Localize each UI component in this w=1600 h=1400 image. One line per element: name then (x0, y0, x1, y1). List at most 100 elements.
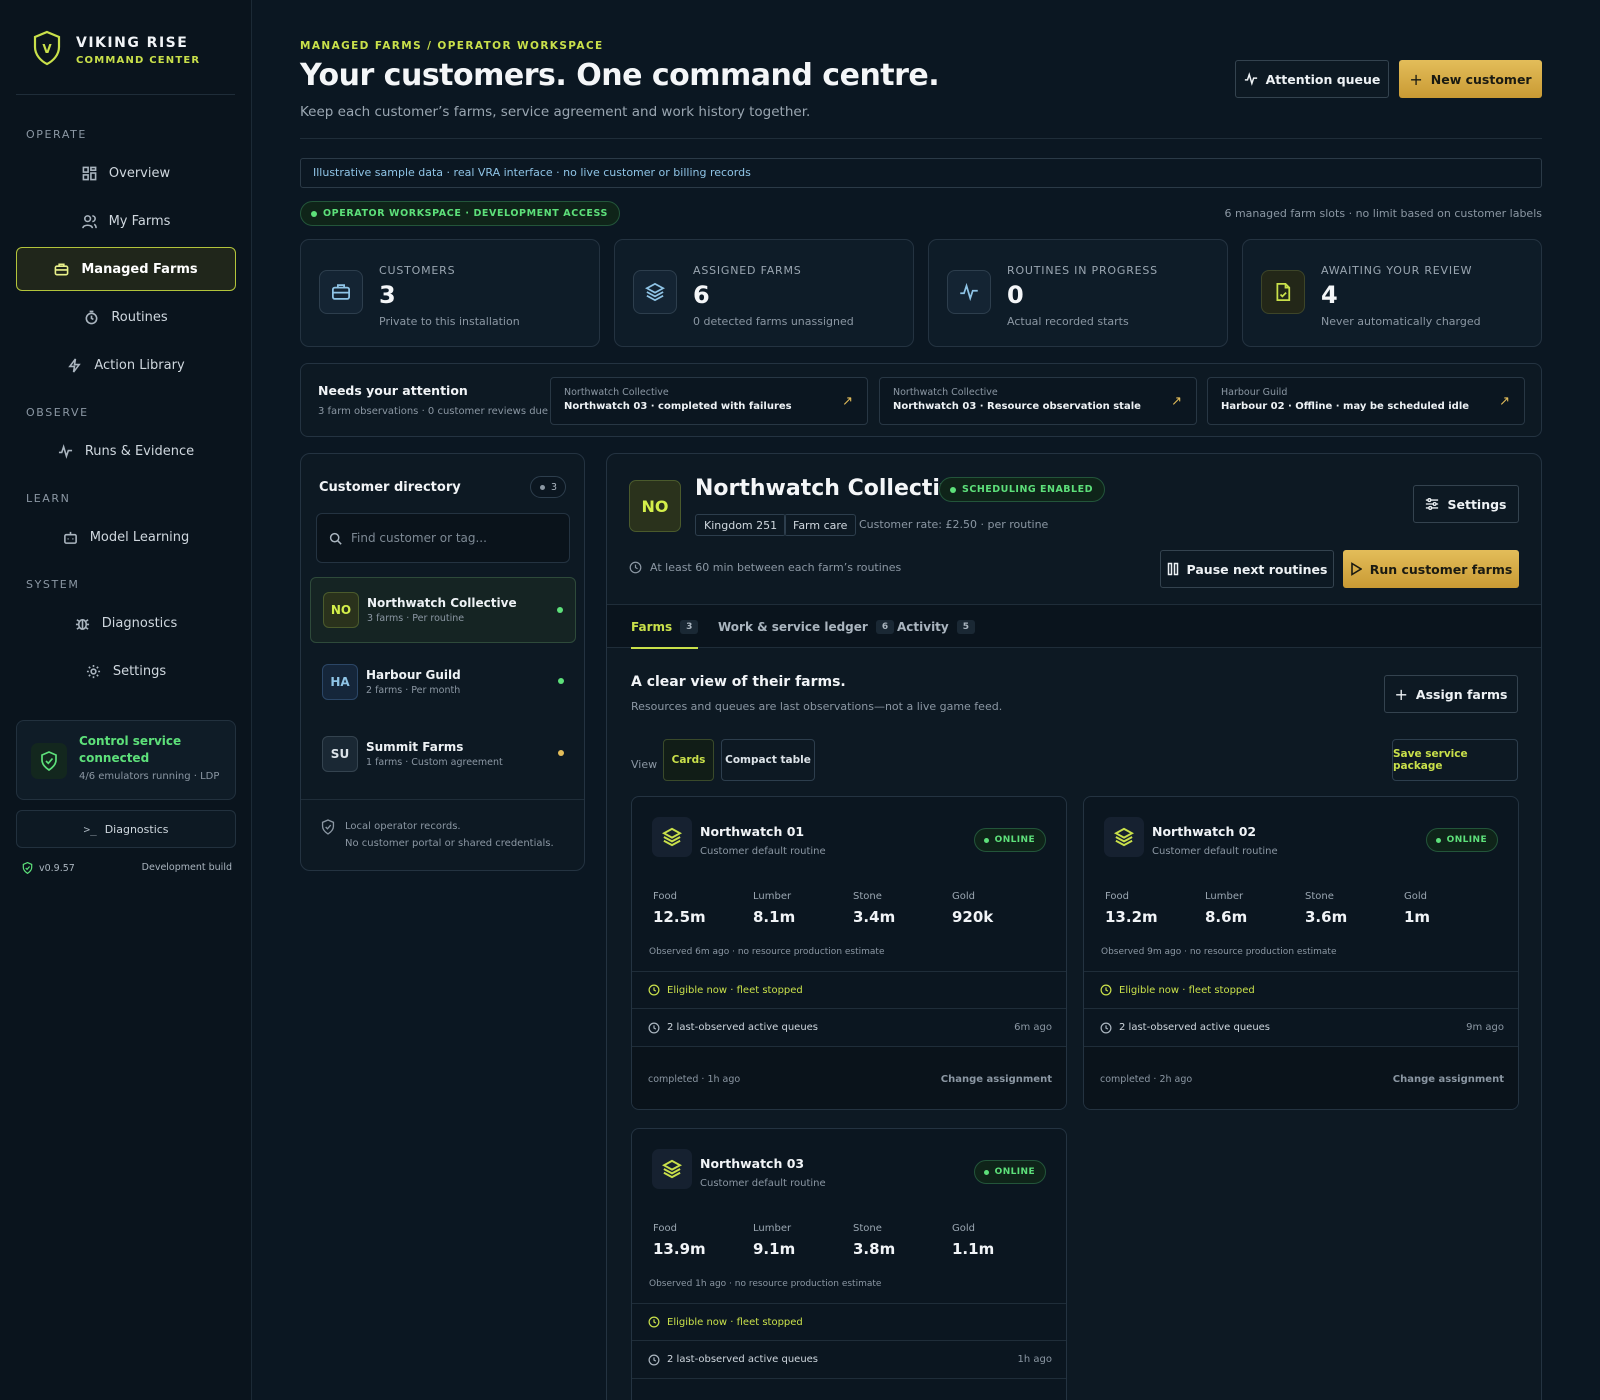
version-number: v0.9.57 (39, 862, 75, 874)
status-dot (558, 678, 564, 684)
change-assignment-link[interactable]: Change assignment (941, 1074, 1052, 1085)
resource-label: Stone (853, 891, 882, 902)
clock-icon (648, 1022, 660, 1033)
stat-label: ASSIGNED FARMS (693, 264, 802, 277)
settings-button[interactable]: Settings (1413, 485, 1519, 523)
tab-work-service-ledger[interactable]: Work & service ledger 6 (718, 605, 895, 649)
view-compact-table-toggle[interactable]: Compact table (721, 739, 815, 781)
attention-subtitle: 3 farm observations · 0 customer reviews… (318, 406, 549, 417)
avatar: NO (323, 592, 359, 628)
directory-title: Customer directory (319, 480, 461, 495)
stat-customers: CUSTOMERS 3 Private to this installation (300, 239, 600, 347)
resource-gold: 1m (1404, 908, 1431, 926)
tab-activity[interactable]: Activity 5 (897, 605, 976, 649)
stat-value: 4 (1321, 281, 1338, 309)
attention-item[interactable]: Harbour Guild Harbour 02 · Offline · may… (1207, 377, 1525, 425)
save-service-package-button[interactable]: Save service package (1392, 739, 1518, 781)
arrow-up-right-icon: ↗ (1171, 394, 1182, 409)
robot-icon (63, 531, 77, 544)
directory-footer: Local operator records. No customer port… (321, 818, 554, 852)
attention-item-text: Northwatch 03 · completed with failures (564, 401, 792, 412)
stat-sub: Never automatically charged (1321, 315, 1481, 328)
sidebar-item-runs-evidence[interactable]: Runs & Evidence (16, 431, 236, 471)
observed-note: Observed 1h ago · no resource production… (649, 1279, 882, 1289)
sidebar-item-settings[interactable]: Settings (16, 651, 236, 691)
resource-label: Gold (952, 891, 975, 902)
status-badge: ONLINE (973, 1160, 1046, 1184)
pause-routines-label: Pause next routines (1186, 561, 1328, 577)
observed-note: Observed 6m ago · no resource production… (649, 947, 885, 957)
eligibility-text: Eligible now · fleet stopped (667, 984, 803, 996)
sidebar-item-overview[interactable]: Overview (16, 153, 236, 193)
new-customer-button[interactable]: + New customer (1399, 60, 1542, 98)
detail-tabs: Farms 3 Work & service ledger 6 Activity… (607, 604, 1541, 649)
terminal-icon: >_ (83, 822, 97, 836)
sidebar-item-my-farms[interactable]: My Farms (16, 201, 236, 241)
farm-footer: completed · 1h ago Change assignment (632, 1046, 1066, 1109)
resource-label: Gold (952, 1223, 975, 1234)
new-customer-label: New customer (1430, 71, 1532, 87)
assign-farms-button[interactable]: + Assign farms (1384, 675, 1518, 713)
play-icon (1350, 562, 1362, 576)
stat-value: 0 (1007, 281, 1024, 309)
queues-text: 2 last-observed active queues (667, 1354, 819, 1365)
run-customer-farms-button[interactable]: Run customer farms (1343, 550, 1519, 588)
directory-divider (301, 799, 584, 800)
customer-detail: NO Northwatch Collective SCHEDULING ENAB… (606, 453, 1542, 1400)
sidebar-item-managed-farms[interactable]: Managed Farms (16, 247, 236, 291)
resource-label: Gold (1404, 891, 1427, 902)
change-assignment-link[interactable]: Change assignment (1393, 1074, 1504, 1085)
resource-label: Stone (1305, 891, 1334, 902)
last-run: completed · 1h ago (648, 1073, 741, 1085)
attention-item[interactable]: Northwatch Collective Northwatch 03 · co… (550, 377, 868, 425)
service-title: Control service connected (79, 734, 182, 765)
customer-tag: Farm care (784, 514, 857, 536)
customer-item-summit[interactable]: SU Summit Farms 1 farms · Custom agreeme… (310, 721, 576, 787)
layers-icon (652, 817, 692, 857)
customer-sub: 2 farms · Per month (366, 685, 461, 696)
status-dot (558, 750, 564, 756)
tab-farms[interactable]: Farms 3 (631, 605, 699, 649)
sidebar-item-label: Managed Farms (81, 261, 198, 277)
sidebar-item-label: Action Library (94, 357, 185, 373)
build-label: Development build (141, 862, 232, 873)
routine-gap-text: At least 60 min between each farm’s rout… (650, 561, 902, 574)
customer-search[interactable]: Find customer or tag... (316, 513, 570, 563)
header-divider (300, 138, 1542, 139)
diagnostics-button[interactable]: >_ Diagnostics (16, 810, 236, 848)
resource-label: Food (653, 1223, 677, 1234)
stat-sub: Actual recorded starts (1007, 315, 1129, 328)
workspace-badge: OPERATOR WORKSPACE · DEVELOPMENT ACCESS (300, 201, 620, 226)
attention-queue-button[interactable]: Attention queue (1235, 60, 1389, 98)
assign-farms-label: Assign farms (1415, 686, 1508, 702)
layers-icon (633, 270, 677, 314)
sidebar-item-action-library[interactable]: Action Library (16, 345, 236, 385)
sidebar-item-routines[interactable]: Routines (16, 297, 236, 337)
sidebar-item-diagnostics[interactable]: Diagnostics (16, 603, 236, 643)
queues-row: 2 last-observed active queues 6m ago (632, 1008, 1066, 1046)
sidebar-item-label: Model Learning (89, 529, 190, 545)
view-cards-toggle[interactable]: Cards (663, 739, 714, 781)
resource-label: Lumber (1205, 891, 1244, 902)
stat-routines-in-progress: ROUTINES IN PROGRESS 0 Actual recorded s… (928, 239, 1228, 347)
page-title: Your customers. One command centre. (300, 58, 940, 93)
farms-section-title: A clear view of their farms. (631, 674, 846, 690)
sidebar-item-label: Settings (112, 663, 167, 679)
farm-name: Northwatch 03 (700, 1156, 805, 1171)
resource-lumber: 8.1m (753, 908, 796, 926)
eligibility-row: Eligible now · fleet stopped (1084, 971, 1518, 1008)
sidebar-item-model-learning[interactable]: Model Learning (16, 517, 236, 557)
breadcrumb: MANAGED FARMS / OPERATOR WORKSPACE (300, 40, 604, 52)
stat-awaiting-review: AWAITING YOUR REVIEW 4 Never automatical… (1242, 239, 1542, 347)
customer-item-northwatch[interactable]: NO Northwatch Collective 3 farms · Per r… (310, 577, 576, 643)
control-service-status[interactable]: Control service connected 4/6 emulators … (16, 720, 236, 800)
resource-stone: 3.6m (1305, 908, 1348, 926)
customer-item-harbour[interactable]: HA Harbour Guild 2 farms · Per month (310, 649, 576, 715)
farm-routine: Customer default routine (700, 1178, 826, 1189)
attention-item[interactable]: Northwatch Collective Northwatch 03 · Re… (879, 377, 1197, 425)
farm-name: Northwatch 01 (700, 824, 805, 839)
brand[interactable]: V VIKING RISE COMMAND CENTER (32, 30, 200, 70)
shield-check-icon (22, 862, 33, 874)
status-badge: SCHEDULING ENABLED (939, 477, 1105, 502)
pause-routines-button[interactable]: Pause next routines (1160, 550, 1334, 588)
